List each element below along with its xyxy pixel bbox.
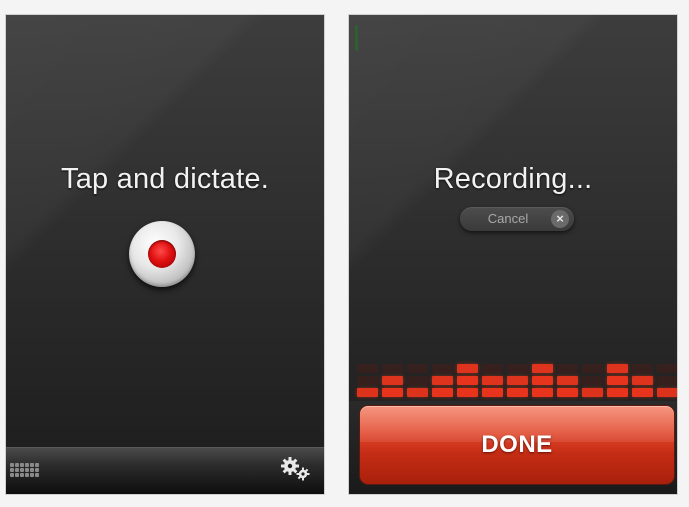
meter-cell	[432, 376, 453, 385]
idle-headline: Tap and dictate.	[61, 163, 269, 195]
keyboard-key	[35, 463, 39, 467]
keyboard-key	[30, 468, 34, 472]
meter-cell	[407, 376, 428, 385]
meter-cell	[482, 376, 503, 385]
done-label: DONE	[481, 431, 553, 458]
keyboard-key	[20, 473, 24, 477]
meter-cell	[582, 364, 603, 373]
keyboard-key	[25, 473, 29, 477]
audio-level-meter	[349, 345, 677, 400]
keyboard-key	[15, 463, 19, 467]
meter-cell	[532, 376, 553, 385]
meter-cell	[532, 388, 553, 397]
recording-headline: Recording...	[433, 163, 593, 195]
keyboard-key	[10, 463, 14, 467]
meter-cell	[557, 388, 578, 397]
meter-cell	[582, 376, 603, 385]
gears-icon[interactable]	[278, 456, 312, 482]
meter-cell	[482, 364, 503, 373]
meter-cell	[457, 388, 478, 397]
record-button[interactable]	[129, 221, 195, 287]
bottom-toolbar	[6, 447, 324, 494]
meter-cell	[357, 364, 378, 373]
meter-cell	[557, 364, 578, 373]
keyboard-key	[15, 473, 19, 477]
meter-cell	[457, 364, 478, 373]
meter-cell	[632, 364, 653, 373]
keyboard-key	[10, 473, 14, 477]
meter-cell	[607, 376, 628, 385]
meter-cell	[482, 388, 503, 397]
keyboard-key	[30, 463, 34, 467]
keyboard-key	[35, 473, 39, 477]
meter-cell	[432, 388, 453, 397]
meter-cell	[657, 364, 677, 373]
meter-cell	[382, 388, 403, 397]
keyboard-key	[20, 463, 24, 467]
meter-cell	[507, 364, 528, 373]
keyboard-key	[10, 468, 14, 472]
meter-cell	[582, 388, 603, 397]
keyboard-key	[25, 468, 29, 472]
meter-cell	[532, 364, 553, 373]
meter-cell	[507, 376, 528, 385]
meter-cell	[432, 364, 453, 373]
done-area: DONE	[349, 401, 677, 494]
keyboard-key	[35, 468, 39, 472]
keyboard-key	[15, 468, 19, 472]
meter-cell	[607, 364, 628, 373]
meter-cell	[507, 388, 528, 397]
cancel-button[interactable]: Cancel ×	[460, 207, 574, 231]
meter-cell	[632, 388, 653, 397]
keyboard-key	[25, 463, 29, 467]
keyboard-key	[20, 468, 24, 472]
meter-cell	[657, 388, 677, 397]
done-button[interactable]: DONE	[360, 406, 674, 484]
meter-cell	[382, 376, 403, 385]
meter-cell	[457, 376, 478, 385]
cancel-label: Cancel	[487, 211, 529, 226]
meter-cell	[657, 376, 677, 385]
meter-cell	[407, 388, 428, 397]
meter-cell	[632, 376, 653, 385]
meter-cell	[357, 388, 378, 397]
meter-cell	[407, 364, 428, 373]
meter-cell	[382, 364, 403, 373]
meter-cell	[557, 376, 578, 385]
keyboard-key	[30, 473, 34, 477]
record-icon	[148, 240, 176, 268]
status-indicator	[355, 25, 358, 51]
background-sheen	[349, 15, 677, 275]
keyboard-icon[interactable]	[10, 463, 40, 478]
meter-cell	[607, 388, 628, 397]
meter-cell	[357, 376, 378, 385]
close-icon: ×	[551, 210, 569, 228]
dictation-recording-screen: Recording... Cancel × DONE	[348, 14, 678, 495]
dictation-idle-screen: Tap and dictate.	[5, 14, 325, 495]
